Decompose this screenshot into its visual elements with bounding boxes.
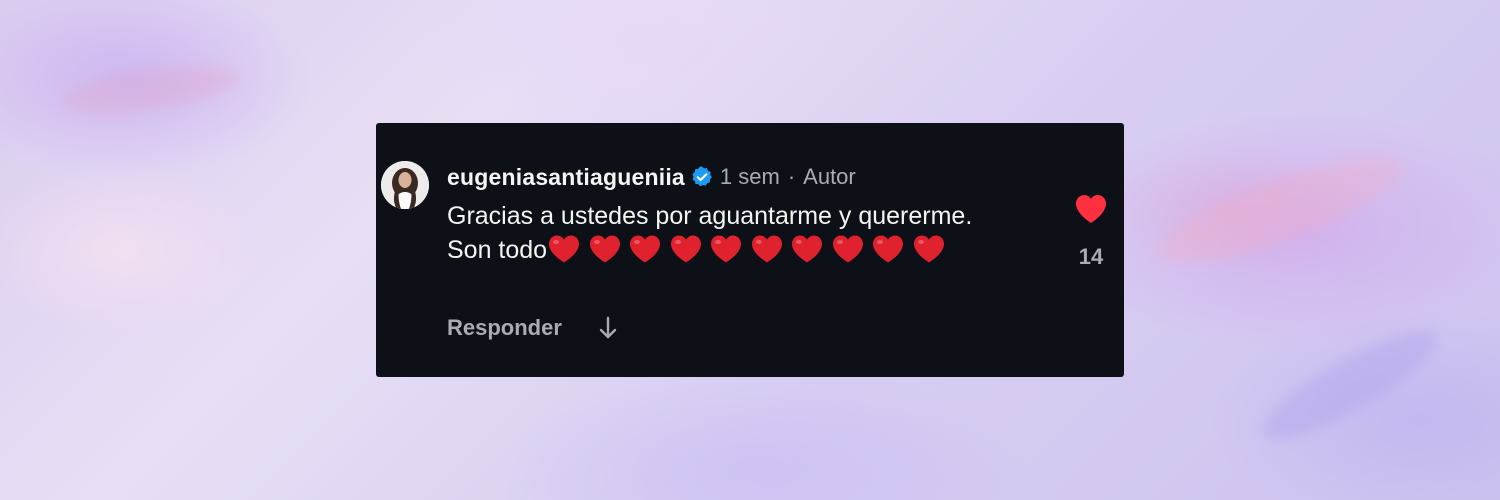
red-heart-emoji [630, 235, 661, 263]
background-streak [1147, 137, 1413, 283]
comment-header: eugeniasantiagueniia 1 sem · Autor [447, 162, 856, 192]
red-heart-emoji [670, 235, 701, 263]
background-streak [58, 57, 242, 123]
meta-separator: · [787, 164, 796, 189]
red-heart-emoji [751, 235, 782, 263]
down-arrow-icon[interactable] [598, 315, 618, 341]
verified-badge-icon [692, 166, 712, 187]
red-heart-emoji [873, 235, 904, 263]
author-label: Autor [803, 164, 856, 189]
red-heart-emoji [711, 235, 742, 263]
reply-button[interactable]: Responder [447, 315, 562, 341]
timestamp: 1 sem [719, 164, 780, 189]
background-streak [1250, 313, 1450, 457]
red-heart-emoji [792, 235, 823, 263]
like-count: 14 [1078, 244, 1104, 269]
avatar[interactable] [381, 161, 429, 209]
heart-filled-icon[interactable] [1074, 193, 1108, 225]
red-heart-emoji [832, 235, 863, 263]
comment-body: Gracias a ustedes por aguantarme y quere… [447, 199, 1017, 267]
comment-actions: Responder [447, 313, 618, 343]
red-heart-emoji [913, 235, 944, 263]
heart-emoji-group [547, 235, 952, 264]
red-heart-emoji [589, 235, 620, 263]
red-heart-emoji [549, 235, 580, 263]
username-link[interactable]: eugeniasantiagueniia [447, 164, 685, 191]
avatar-photo [381, 161, 429, 209]
